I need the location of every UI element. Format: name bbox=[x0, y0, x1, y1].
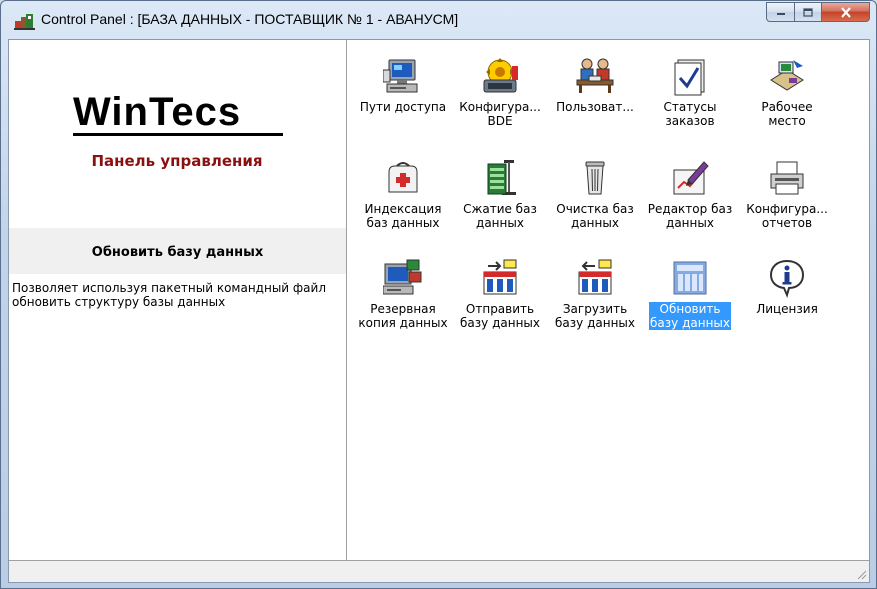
item-backup[interactable]: Резервная копия данных bbox=[353, 258, 453, 331]
editor-pen-icon bbox=[673, 161, 709, 195]
maximize-icon bbox=[803, 7, 813, 17]
workplace-icon bbox=[770, 60, 804, 91]
item-label: Загрузить базу данных bbox=[555, 302, 635, 330]
panel-subtitle: Панель управления bbox=[91, 152, 263, 170]
item-label: Редактор баз данных bbox=[647, 202, 733, 230]
item-bde-config[interactable]: Конфигура... BDE bbox=[450, 56, 550, 129]
logo: WinTecs bbox=[73, 90, 283, 136]
item-users[interactable]: Пользоват... bbox=[545, 56, 645, 115]
info-panel: WinTecs Панель управления Обновить базу … bbox=[9, 40, 347, 560]
item-paths[interactable]: Пути доступа bbox=[353, 56, 453, 115]
computer-icon bbox=[383, 59, 418, 93]
app-icon[interactable] bbox=[14, 12, 36, 30]
item-send-db[interactable]: Отправить базу данных bbox=[450, 258, 550, 331]
bde-gear-icon bbox=[483, 58, 518, 93]
item-label: Статусы заказов bbox=[663, 100, 717, 128]
item-db-indexing[interactable]: Индексация баз данных bbox=[353, 158, 453, 231]
close-button[interactable] bbox=[822, 2, 870, 22]
title-bar[interactable]: Control Panel : [БАЗА ДАННЫХ - ПОСТАВЩИК… bbox=[1, 1, 876, 39]
caption-buttons bbox=[766, 2, 870, 22]
item-label: Отправить базу данных bbox=[460, 302, 540, 330]
item-db-editor[interactable]: Редактор баз данных bbox=[640, 158, 740, 231]
item-label: Индексация баз данных bbox=[364, 202, 442, 230]
logo-underline bbox=[73, 133, 283, 136]
item-load-db[interactable]: Загрузить базу данных bbox=[545, 258, 645, 331]
item-description: Позволяет используя пакетный командный ф… bbox=[12, 281, 326, 309]
item-license[interactable]: Лицензия bbox=[737, 258, 837, 317]
load-database-icon bbox=[578, 259, 612, 295]
close-icon bbox=[840, 6, 851, 18]
trash-bin-icon bbox=[585, 161, 605, 195]
client-area: WinTecs Панель управления Обновить базу … bbox=[8, 39, 870, 583]
users-icon bbox=[576, 58, 614, 93]
first-aid-kit-icon bbox=[388, 162, 418, 193]
item-db-cleanup[interactable]: Очистка баз данных bbox=[545, 158, 645, 231]
logo-text: WinTecs bbox=[73, 90, 242, 134]
minimize-button[interactable] bbox=[766, 2, 794, 22]
item-label: Резервная копия данных bbox=[358, 302, 448, 330]
section-title: Обновить базу данных bbox=[91, 245, 264, 260]
checkmark-status-icon bbox=[674, 59, 705, 96]
control-panel-window: Control Panel : [БАЗА ДАННЫХ - ПОСТАВЩИК… bbox=[0, 0, 877, 589]
item-report-config[interactable]: Конфигура... отчетов bbox=[737, 158, 837, 231]
item-update-db[interactable]: Обновить базу данных bbox=[640, 258, 740, 331]
item-db-compress[interactable]: Сжатие баз данных bbox=[450, 158, 550, 231]
item-workplace[interactable]: Рабочее место bbox=[737, 56, 837, 129]
item-label: Лицензия bbox=[756, 302, 818, 316]
item-label: Конфигура... отчетов bbox=[746, 202, 828, 230]
send-database-icon bbox=[483, 259, 517, 295]
item-label: Очистка баз данных bbox=[556, 202, 634, 230]
backup-computer-icon bbox=[383, 259, 422, 295]
item-label: Конфигура... BDE bbox=[459, 100, 541, 128]
icon-grid: Пути доступа Конфигура... BDE Пользоват.… bbox=[347, 40, 869, 560]
item-label: Сжатие баз данных bbox=[463, 202, 537, 230]
minimize-icon bbox=[776, 13, 785, 15]
update-database-icon bbox=[673, 261, 707, 295]
item-label: Обновить базу данных bbox=[649, 302, 731, 330]
printer-icon bbox=[770, 161, 804, 195]
compress-clamp-icon bbox=[487, 160, 516, 195]
item-order-statuses[interactable]: Статусы заказов bbox=[640, 56, 740, 129]
info-license-icon bbox=[769, 259, 805, 298]
item-label: Рабочее место bbox=[761, 100, 813, 128]
window-title: Control Panel : [БАЗА ДАННЫХ - ПОСТАВЩИК… bbox=[41, 11, 459, 27]
item-label: Пути доступа bbox=[359, 100, 447, 114]
maximize-button[interactable] bbox=[794, 2, 822, 22]
item-label: Пользоват... bbox=[556, 100, 634, 114]
resize-grip-icon[interactable] bbox=[855, 568, 867, 580]
status-bar bbox=[9, 561, 869, 582]
